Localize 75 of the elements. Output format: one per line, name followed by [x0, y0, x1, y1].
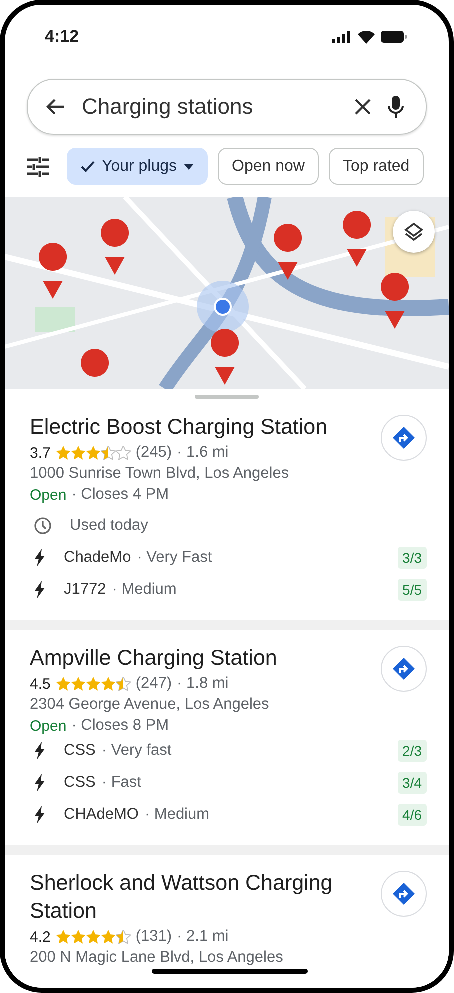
star-icon	[100, 446, 116, 460]
plug-speed: · Very Fast	[137, 549, 212, 567]
plug-type: J1772	[64, 581, 106, 599]
plug-speed: · Fast	[102, 774, 142, 792]
star-icon	[56, 930, 71, 944]
plug-type: CSS	[64, 774, 96, 792]
availability-badge: 3/4	[398, 772, 427, 794]
filter-chip[interactable]: Top rated	[328, 148, 424, 185]
star-icon	[116, 446, 131, 460]
lightning-icon	[34, 581, 46, 599]
star-icon	[116, 930, 131, 944]
search-field[interactable]: Charging stations	[27, 79, 427, 135]
filter-chip[interactable]: Open now	[218, 148, 319, 185]
plug-speed: · Medium	[112, 581, 177, 599]
directions-button[interactable]	[381, 871, 427, 917]
check-icon	[81, 160, 95, 172]
status-time: 4:12	[45, 27, 80, 47]
battery-icon	[381, 31, 407, 43]
lightning-icon	[34, 806, 46, 824]
directions-button[interactable]	[381, 415, 427, 461]
star-icon	[116, 677, 131, 691]
signal-icon	[332, 31, 352, 43]
availability-badge: 3/3	[398, 547, 427, 569]
back-arrow-icon[interactable]	[46, 97, 66, 117]
directions-icon	[393, 883, 415, 905]
star-icon	[70, 930, 86, 944]
result-card[interactable]: Sherlock and Wattson Charging Station 4.2 (131) · 2.1 mi 200 N Magic Lane Blvd, Los Angeles	[5, 845, 449, 981]
distance-text: · 1.8 mi	[177, 675, 229, 693]
review-count: (131)	[136, 928, 172, 946]
layers-icon	[404, 222, 424, 242]
address-text: 1000 Sunrise Town Blvd, Los Angeles	[30, 465, 290, 483]
lightning-icon	[34, 774, 46, 792]
station-name[interactable]: Ampville Charging Station	[30, 644, 278, 672]
review-count: (247)	[136, 675, 172, 693]
star-icon	[70, 677, 86, 691]
lightning-icon	[34, 549, 46, 567]
address-text: 2304 George Avenue, Los Angeles	[30, 696, 270, 714]
rating-value: 3.7	[30, 444, 51, 462]
hours-text: · Closes 8 PM	[72, 717, 170, 735]
plug-type: CHAdeMO	[64, 806, 139, 824]
close-icon[interactable]	[354, 98, 372, 116]
filter-icon[interactable]	[27, 156, 49, 176]
distance-text: · 1.6 mi	[177, 444, 229, 462]
availability-badge: 4/6	[398, 804, 427, 826]
clock-icon	[34, 517, 52, 535]
star-icon	[86, 677, 101, 691]
open-status: Open	[30, 486, 67, 504]
directions-button[interactable]	[381, 646, 427, 692]
usage-note: Used today	[70, 517, 148, 535]
availability-badge: 2/3	[398, 740, 427, 762]
lightning-icon	[34, 742, 46, 760]
rating-value: 4.2	[30, 928, 51, 946]
wifi-icon	[358, 30, 375, 44]
star-icon	[86, 930, 101, 944]
open-status: Open	[30, 718, 67, 734]
star-icon	[70, 446, 86, 460]
star-icon	[56, 446, 71, 460]
station-name[interactable]: Sherlock and Wattson Charging Station	[30, 869, 370, 925]
plug-type: ChadeMo	[64, 549, 132, 567]
rating-value: 4.5	[30, 676, 51, 692]
microphone-icon[interactable]	[388, 96, 404, 118]
drag-handle[interactable]	[195, 395, 259, 399]
plug-speed: · Medium	[144, 806, 210, 824]
filter-chip[interactable]: Your plugs	[67, 148, 208, 185]
star-icon	[56, 677, 71, 691]
review-count: (245)	[136, 444, 172, 462]
station-name[interactable]: Electric Boost Charging Station	[30, 413, 328, 441]
hours-text: · Closes 4 PM	[72, 486, 170, 504]
plug-speed: · Very fast	[102, 742, 172, 760]
address-text: 200 N Magic Lane Blvd, Los Angeles	[30, 949, 284, 967]
availability-badge: 5/5	[398, 579, 427, 601]
directions-icon	[393, 658, 415, 680]
distance-text: · 2.1 mi	[177, 928, 229, 946]
plug-type: CSS	[64, 742, 96, 760]
directions-icon	[393, 427, 415, 449]
